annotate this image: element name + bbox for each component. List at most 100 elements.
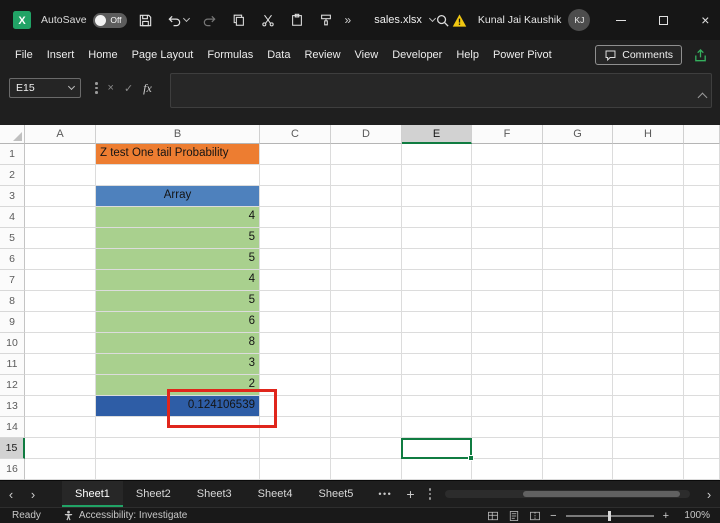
sheet-tab-sheet3[interactable]: Sheet3 [184,481,245,507]
user-avatar[interactable]: KJ [568,9,590,31]
cell-F4[interactable] [472,207,543,228]
cell-F16[interactable] [472,459,543,480]
cell-H10[interactable] [613,333,684,354]
row-header-8[interactable]: 8 [0,291,25,312]
redo-icon[interactable] [200,10,220,30]
row-header-7[interactable]: 7 [0,270,25,291]
cell-D2[interactable] [331,165,402,186]
col-header-B[interactable]: B [96,125,260,144]
cell-A14[interactable] [25,417,96,438]
col-header-E[interactable]: E [402,125,472,144]
cell-G10[interactable] [543,333,613,354]
cell-D8[interactable] [331,291,402,312]
zoom-out-icon[interactable]: − [550,510,556,522]
cell-E10[interactable] [402,333,472,354]
new-sheet-button[interactable]: + [406,486,414,502]
cell-A10[interactable] [25,333,96,354]
cell-D6[interactable] [331,249,402,270]
cell-A1[interactable] [25,144,96,165]
cell-H11[interactable] [613,354,684,375]
cell-F2[interactable] [472,165,543,186]
cell-F8[interactable] [472,291,543,312]
cell-E8[interactable] [402,291,472,312]
cell-F13[interactable] [472,396,543,417]
cell-G2[interactable] [543,165,613,186]
toolbar-overflow-icon[interactable]: » [345,13,352,27]
cell-H12[interactable] [613,375,684,396]
more-sheets-icon[interactable]: ••• [378,489,392,499]
menu-view[interactable]: View [348,40,386,70]
cell-F1[interactable] [472,144,543,165]
cell-C3[interactable] [260,186,331,207]
cell-F14[interactable] [472,417,543,438]
menu-power-pivot[interactable]: Power Pivot [486,40,559,70]
row-header-6[interactable]: 6 [0,249,25,270]
cell-B2[interactable] [96,165,260,186]
formula-bar-handle-icon[interactable] [95,82,98,94]
cell-A2[interactable] [25,165,96,186]
share-icon[interactable] [690,45,710,65]
cell-H7[interactable] [613,270,684,291]
scroll-right-icon[interactable]: › [698,487,720,502]
col-header-C[interactable]: C [260,125,331,144]
save-icon[interactable] [136,10,156,30]
sheet-tab-sheet5[interactable]: Sheet5 [306,481,367,507]
cell-B10[interactable]: 8 [96,333,260,354]
formula-input[interactable] [170,73,712,108]
cell-A12[interactable] [25,375,96,396]
cell-C2[interactable] [260,165,331,186]
menu-data[interactable]: Data [260,40,297,70]
cell-C8[interactable] [260,291,331,312]
cell-A7[interactable] [25,270,96,291]
cell-H9[interactable] [613,312,684,333]
close-button[interactable]: × [684,0,720,40]
autosave-control[interactable]: AutoSave Off [41,13,127,28]
cell-D10[interactable] [331,333,402,354]
cell-G6[interactable] [543,249,613,270]
cell-D15[interactable] [331,438,402,459]
cell-pad-6[interactable] [684,249,720,270]
cell-B15[interactable] [96,438,260,459]
cell-G5[interactable] [543,228,613,249]
cell-A16[interactable] [25,459,96,480]
menu-help[interactable]: Help [449,40,486,70]
sheet-tab-sheet4[interactable]: Sheet4 [245,481,306,507]
col-header-D[interactable]: D [331,125,402,144]
cell-E2[interactable] [402,165,472,186]
cell-F9[interactable] [472,312,543,333]
zoom-slider[interactable] [566,515,654,517]
search-icon[interactable] [435,10,450,30]
cell-B1[interactable]: Z test One tail Probability [96,144,260,165]
zoom-in-icon[interactable]: + [663,510,669,522]
cell-E13[interactable] [402,396,472,417]
row-header-12[interactable]: 12 [0,375,25,396]
cell-pad-8[interactable] [684,291,720,312]
cell-C15[interactable] [260,438,331,459]
cell-F12[interactable] [472,375,543,396]
cell-pad-9[interactable] [684,312,720,333]
row-header-4[interactable]: 4 [0,207,25,228]
cell-pad-15[interactable] [684,438,720,459]
cell-pad-10[interactable] [684,333,720,354]
cell-H2[interactable] [613,165,684,186]
menu-review[interactable]: Review [297,40,347,70]
cell-pad-4[interactable] [684,207,720,228]
menu-formulas[interactable]: Formulas [200,40,260,70]
cell-G4[interactable] [543,207,613,228]
cell-H8[interactable] [613,291,684,312]
cell-E7[interactable] [402,270,472,291]
cell-G1[interactable] [543,144,613,165]
cell-G9[interactable] [543,312,613,333]
cell-D9[interactable] [331,312,402,333]
menu-file[interactable]: File [8,40,40,70]
cell-H6[interactable] [613,249,684,270]
cell-pad-5[interactable] [684,228,720,249]
cell-pad-7[interactable] [684,270,720,291]
col-header-H[interactable]: H [613,125,684,144]
cell-C10[interactable] [260,333,331,354]
cell-C14[interactable] [260,417,331,438]
cell-B7[interactable]: 4 [96,270,260,291]
menu-page-layout[interactable]: Page Layout [125,40,201,70]
cell-A5[interactable] [25,228,96,249]
cell-A6[interactable] [25,249,96,270]
